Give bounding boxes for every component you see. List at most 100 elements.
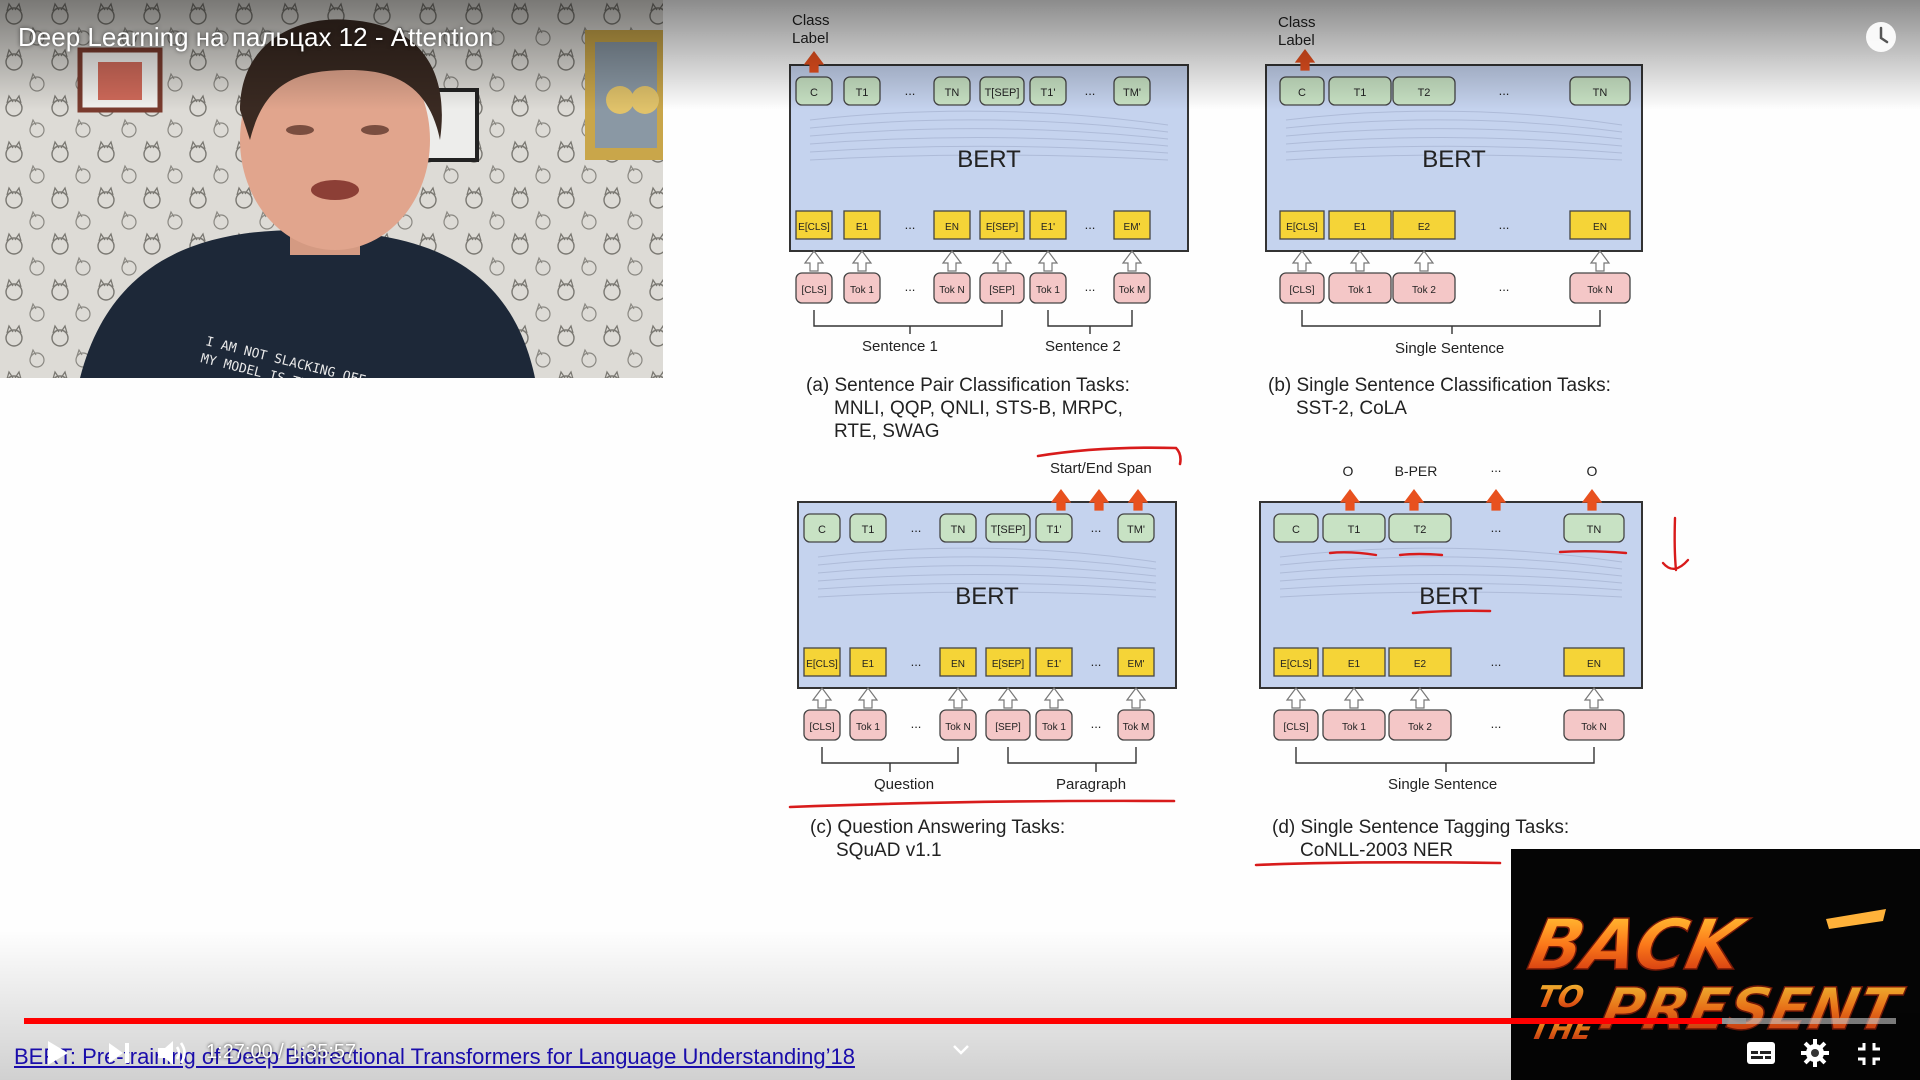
ellipsis: ... (1499, 217, 1510, 232)
embedding-label: E2 (1418, 222, 1431, 233)
output-token-label: T1 (856, 87, 869, 99)
tag-label: O (1587, 463, 1598, 479)
input-token-label: Tok 1 (1036, 285, 1060, 296)
input-arrow (1343, 687, 1365, 709)
input-token-label: Tok 1 (856, 722, 880, 733)
bert-slide: BERT C E[CLS] [CLS] T1 E1 Tok 1......... TN EN To… (770, 10, 1720, 880)
input-arrow (997, 687, 1019, 709)
embedding-label: E1 (862, 659, 875, 670)
annotation-stroke (788, 799, 1176, 809)
bert-label: BERT (1422, 146, 1486, 173)
output-token-label: TM' (1123, 87, 1141, 99)
output-token-label: T1' (1041, 87, 1056, 99)
bert-label: BERT (1419, 583, 1483, 610)
embedding-label: E1 (856, 222, 869, 233)
description-link[interactable]: BERT: Pre-training of Deep Bidirectional… (14, 1044, 855, 1070)
next-button[interactable] (106, 1040, 132, 1071)
single-sentence-label: Single Sentence (1395, 340, 1505, 357)
embedding-label: E[CLS] (1280, 659, 1312, 670)
input-arrow (947, 687, 969, 709)
card-title-back: BACK (1522, 904, 1755, 986)
current-time: 1:27:00 (206, 1041, 273, 1063)
input-arrow (1349, 250, 1371, 272)
video-player[interactable]: BERT C E[CLS] [CLS] T1 E1 Tok 1......... TN EN To… (0, 0, 1920, 1080)
input-token-label: [SEP] (989, 285, 1015, 296)
ellipsis: ... (911, 654, 922, 669)
video-title[interactable]: Deep Learning на пальцах 12 - Attention (18, 20, 493, 54)
ellipsis: ... (905, 279, 916, 294)
input-token-label: Tok 1 (1342, 722, 1366, 733)
settings-button[interactable] (1800, 1038, 1830, 1073)
embedding-label: E[CLS] (1286, 222, 1318, 233)
next-icon (109, 1043, 129, 1063)
class-label: Class (1278, 14, 1316, 31)
input-arrow (1413, 250, 1435, 272)
ellipsis: ... (911, 716, 922, 731)
input-token-label: [CLS] (809, 722, 834, 733)
output-token-label: T2 (1414, 524, 1427, 536)
input-token-label: [CLS] (1289, 285, 1314, 296)
class-label: Label (792, 30, 829, 47)
output-token-label: T1 (1354, 87, 1367, 99)
input-arrow (1037, 250, 1059, 272)
progress-played (24, 1018, 1722, 1024)
output-token-label: T2 (1418, 87, 1431, 99)
output-token-label: C (818, 524, 826, 536)
embedding-label: E[CLS] (806, 659, 838, 670)
input-token-label: Tok N (945, 722, 971, 733)
output-token-label: T1 (1348, 524, 1361, 536)
input-token-label: Tok 1 (1042, 722, 1066, 733)
output-token-label: C (1292, 524, 1300, 536)
embedding-label: E1 (1348, 659, 1361, 670)
caption-a-line1: (a) Sentence Pair Classification Tasks: (806, 375, 1130, 396)
input-arrow (811, 687, 833, 709)
bert-label: BERT (957, 146, 1021, 173)
ellipsis: ... (905, 83, 916, 98)
output-token-label: C (810, 87, 818, 99)
subtitles-icon (1747, 1042, 1775, 1064)
ellipsis: ... (1491, 460, 1502, 475)
embedding-label: E[SEP] (986, 222, 1018, 233)
input-token-label: Tok 2 (1408, 722, 1432, 733)
embedding-label: E1' (1047, 659, 1061, 670)
input-arrow (803, 250, 825, 272)
bert-diagrams: BERT C E[CLS] [CLS] T1 E1 Tok 1......... TN EN To… (788, 49, 1690, 867)
ellipsis: ... (1491, 520, 1502, 535)
chapters-toggle[interactable] (950, 1042, 972, 1063)
annotation-stroke (1254, 861, 1502, 867)
exit-fullscreen-button[interactable] (1855, 1040, 1883, 1073)
input-token-label: Tok N (939, 285, 965, 296)
watch-later-button[interactable] (1864, 20, 1898, 54)
play-button[interactable] (42, 1038, 72, 1073)
caption-c-line2: SQuAD v1.1 (836, 840, 942, 861)
ellipsis: ... (1091, 520, 1102, 535)
input-arrow (1291, 250, 1313, 272)
embedding-label: EN (1593, 222, 1607, 233)
input-arrow (1409, 687, 1431, 709)
input-arrow (1121, 250, 1143, 272)
input-token-label: [SEP] (995, 722, 1021, 733)
bracket (821, 747, 1137, 772)
input-arrow (1589, 250, 1611, 272)
ellipsis: ... (1499, 279, 1510, 294)
output-token-label: TN (1593, 87, 1608, 99)
input-arrow (941, 250, 963, 272)
gear-icon (1801, 1039, 1829, 1067)
ellipsis: ... (1091, 716, 1102, 731)
output-token-label: C (1298, 87, 1306, 99)
output-token-label: TN (951, 524, 966, 536)
output-token-label: TN (945, 87, 960, 99)
ellipsis: ... (1085, 217, 1096, 232)
progress-bar[interactable] (24, 1018, 1896, 1024)
chevron-down-icon (953, 1045, 969, 1055)
embedding-label: E1 (1354, 222, 1367, 233)
start-end-span-label: Start/End Span (1050, 460, 1152, 477)
embedding-label: EM' (1124, 222, 1141, 233)
mute-button[interactable] (155, 1037, 189, 1074)
ellipsis: ... (1491, 654, 1502, 669)
time-separator: / (272, 1041, 290, 1063)
output-token-label: TM' (1127, 524, 1145, 536)
subtitles-button[interactable] (1746, 1040, 1776, 1071)
bracket (1301, 310, 1601, 334)
class-label: Class (792, 12, 830, 29)
